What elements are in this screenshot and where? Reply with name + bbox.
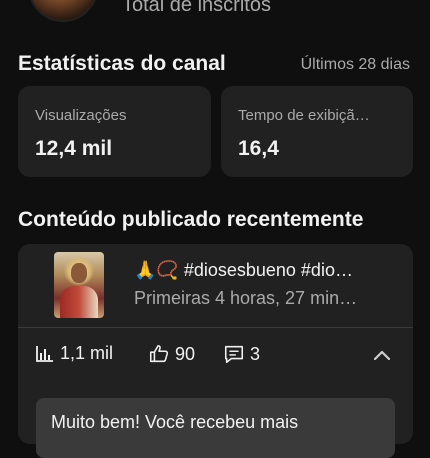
recent-video-card[interactable]: 🙏📿 #diosesbueno #dio… Primeiras 4 horas,… <box>18 244 413 458</box>
video-comments-stat: 3 <box>223 343 260 365</box>
subscribers-label: Total de inscritos <box>122 0 271 16</box>
video-likes-stat: 90 <box>148 343 195 365</box>
video-likes-value: 90 <box>175 343 196 364</box>
card-divider <box>18 327 413 328</box>
views-label: Visualizações <box>35 107 127 124</box>
channel-avatar[interactable] <box>28 0 98 22</box>
chevron-up-icon[interactable] <box>370 344 394 368</box>
thumb-up-icon <box>149 344 169 363</box>
comment-icon <box>224 345 244 364</box>
video-title[interactable]: 🙏📿 #diosesbueno #dio… <box>134 260 396 281</box>
video-comments-value: 3 <box>250 343 261 364</box>
watch-time-label: Tempo de exibiçã… <box>238 107 370 124</box>
views-card[interactable]: Visualizações 12,4 mil <box>18 86 211 177</box>
watch-time-value: 16,4 <box>238 137 279 160</box>
stats-period: Últimos 28 dias <box>300 56 410 73</box>
watch-time-card[interactable]: Tempo de exibiçã… 16,4 <box>221 86 413 177</box>
channel-stats-title: Estatísticas do canal <box>18 52 226 75</box>
recent-content-title: Conteúdo publicado recentemente <box>18 208 364 231</box>
performance-notice: Muito bem! Você recebeu mais <box>36 398 395 458</box>
video-views-stat: 1,1 mil <box>35 343 113 364</box>
bar-chart-icon <box>36 345 53 362</box>
video-meta: Primeiras 4 horas, 27 min… <box>134 288 358 308</box>
video-thumbnail[interactable] <box>54 252 104 318</box>
views-value: 12,4 mil <box>35 137 113 160</box>
video-views-value: 1,1 mil <box>60 343 114 363</box>
